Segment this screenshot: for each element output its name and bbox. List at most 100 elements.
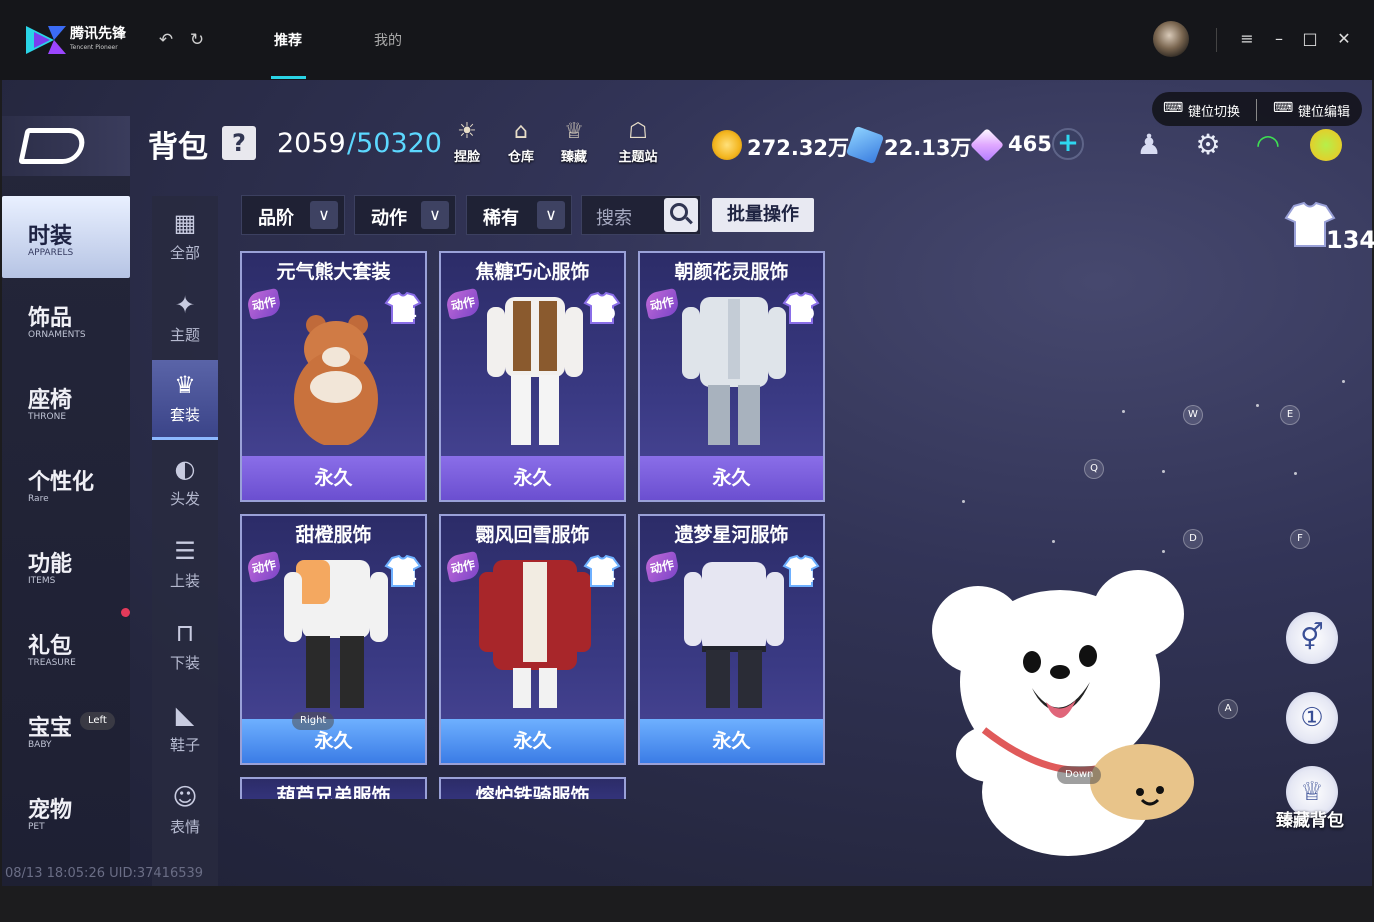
theme-station-label: 主题站: [618, 150, 658, 165]
diamond-balance: 465: [1008, 132, 1052, 156]
maximize-icon[interactable]: □: [1299, 28, 1321, 50]
keymap-switch-button[interactable]: 键位切换: [1188, 101, 1240, 120]
close-icon[interactable]: ✕: [1333, 28, 1355, 50]
undo-icon[interactable]: ↶: [156, 30, 176, 50]
gamepad-icon: ⌨: [1163, 100, 1184, 116]
settings-icon[interactable]: ⚙: [1189, 126, 1227, 164]
rarity-filter[interactable]: 稀有 ∨: [466, 195, 572, 235]
category-label: 表情: [169, 818, 200, 836]
puppy-character: [932, 570, 1194, 856]
face-pinch-button[interactable]: ☀ 捏脸: [443, 118, 491, 165]
user-avatar[interactable]: [1153, 21, 1189, 57]
help-button[interactable]: ?: [222, 126, 256, 160]
status-icon[interactable]: [1310, 129, 1342, 161]
face-pinch-label: 捏脸: [453, 150, 480, 165]
capacity-used: 2059: [277, 128, 346, 159]
item-card[interactable]: 元气熊大套装 动作 24 永久: [240, 251, 427, 502]
item-name: 甜橙服饰: [295, 524, 372, 546]
status-uid: 08/13 18:05:26 UID:37416539: [5, 866, 204, 881]
search-button[interactable]: [664, 198, 698, 232]
sidebar-sublabel: APPARELS: [28, 248, 74, 258]
friends-icon[interactable]: ♟: [1130, 126, 1168, 164]
gender-swap-icon: ⚥: [1300, 623, 1324, 653]
tab-bottoms[interactable]: ⊓ 下装: [152, 608, 218, 688]
item-name: 元气熊大套装: [276, 261, 391, 283]
item-card[interactable]: 遗梦星河服饰 动作 14 永久: [638, 514, 825, 765]
batch-operation-button[interactable]: 批量操作: [712, 198, 814, 232]
tab-mine[interactable]: 我的: [374, 30, 402, 50]
sidebar-item-pet[interactable]: 宠物 PET: [2, 770, 130, 852]
shirt-swap-icon: ①: [1300, 703, 1324, 733]
tab-hair[interactable]: ◐ 头发: [152, 444, 218, 524]
shoe-icon: ◣: [175, 701, 195, 729]
face-icon: ☺: [172, 783, 198, 811]
tab-expression[interactable]: ☺ 表情: [152, 772, 218, 852]
treasure-button[interactable]: ♕ 臻藏: [550, 118, 598, 165]
item-name: 翾风回雪服饰: [475, 524, 590, 546]
treasure-icon: ♕: [564, 119, 584, 144]
key-hint-down: Down: [1057, 766, 1102, 784]
tab-outfit[interactable]: ♛ 套装: [152, 360, 218, 440]
tab-tops[interactable]: ☰ 上装: [152, 526, 218, 606]
grade-filter-label: 品阶: [258, 208, 294, 229]
sidebar-label: 宝宝: [28, 716, 73, 741]
chevron-down-icon[interactable]: ∨: [310, 201, 338, 229]
category-label: 下装: [169, 654, 200, 672]
recharge-button[interactable]: +: [1052, 128, 1084, 160]
tab-theme[interactable]: ✦ 主题: [152, 280, 218, 360]
search-placeholder: 搜索: [596, 208, 632, 229]
sidebar-sublabel: TREASURE: [28, 658, 76, 668]
keymap-divider: [1256, 99, 1257, 121]
minimize-icon[interactable]: –: [1268, 28, 1290, 50]
item-card[interactable]: 翾风回雪服饰 动作 14 永久: [439, 514, 626, 765]
grade-filter[interactable]: 品阶 ∨: [241, 195, 345, 235]
action-filter[interactable]: 动作 ∨: [354, 195, 456, 235]
item-piece-count: 24: [396, 305, 417, 323]
sidebar-label: 座椅: [28, 388, 73, 413]
sidebar-item-ornaments[interactable]: 饰品 ORNAMENTS: [2, 278, 130, 360]
brand-name: 腾讯先锋: [70, 26, 126, 42]
sidebar-sublabel: THRONE: [28, 412, 67, 422]
sidebar-item-rare[interactable]: 个性化 Rare: [2, 442, 130, 524]
tab-shoes[interactable]: ◣ 鞋子: [152, 690, 218, 770]
bottom-bar: [0, 886, 1374, 922]
sidebar-item-throne[interactable]: 座椅 THRONE: [2, 360, 130, 442]
sidebar-item-treasure[interactable]: 礼包 TREASURE: [2, 606, 130, 688]
coin-icon: [712, 130, 742, 160]
item-piece-count: 14: [595, 568, 616, 586]
menu-icon[interactable]: ≡: [1236, 28, 1258, 50]
tab-recommended[interactable]: 推荐: [274, 30, 302, 50]
item-card[interactable]: 朝颜花灵服饰 动作 19 永久: [638, 251, 825, 502]
key-hint-a: A: [1218, 699, 1238, 719]
category-label: 头发: [169, 490, 200, 508]
item-card[interactable]: 甜橙服饰 动作 14 永久: [240, 514, 427, 765]
item-name: 朝颜花灵服饰: [674, 261, 789, 283]
outfit-slot-button[interactable]: ①: [1286, 692, 1338, 744]
item-piece-count: 19: [595, 305, 616, 323]
refresh-icon[interactable]: ↻: [187, 30, 207, 50]
sidebar-item-baby[interactable]: 宝宝 BABY: [2, 688, 130, 770]
gender-switch-button[interactable]: ⚥: [1286, 612, 1338, 664]
warehouse-label: 仓库: [507, 150, 534, 165]
sidebar-label: 个性化: [28, 470, 95, 495]
item-card[interactable]: 焦糖巧心服饰 动作 19 永久: [439, 251, 626, 502]
chevron-down-icon[interactable]: ∨: [537, 201, 565, 229]
theme-station-button[interactable]: ☖ 主题站: [614, 118, 662, 165]
sidebar-item-items[interactable]: 功能 ITEMS: [2, 524, 130, 606]
category-label: 套装: [169, 406, 200, 424]
item-card[interactable]: 熔炉铁骑服饰: [439, 777, 626, 799]
tab-all[interactable]: ▦ 全部: [152, 198, 218, 278]
rarity-filter-label: 稀有: [483, 208, 519, 229]
keymap-edit-button[interactable]: 键位编辑: [1298, 101, 1350, 120]
sidebar-sublabel: BABY: [28, 740, 52, 750]
item-name: 焦糖巧心服饰: [475, 261, 590, 283]
chevron-down-icon[interactable]: ∨: [421, 201, 449, 229]
item-card[interactable]: 葫芦兄弟服饰: [240, 777, 427, 799]
divider: [1216, 28, 1217, 52]
outfit-icon: ♛: [174, 371, 196, 399]
key-hint-e: E: [1280, 405, 1300, 425]
page-title: 背包: [148, 130, 208, 165]
category-label: 主题: [169, 326, 200, 344]
sidebar-item-apparels[interactable]: 时装 APPARELS: [2, 196, 130, 278]
warehouse-button[interactable]: ⌂ 仓库: [497, 118, 545, 165]
